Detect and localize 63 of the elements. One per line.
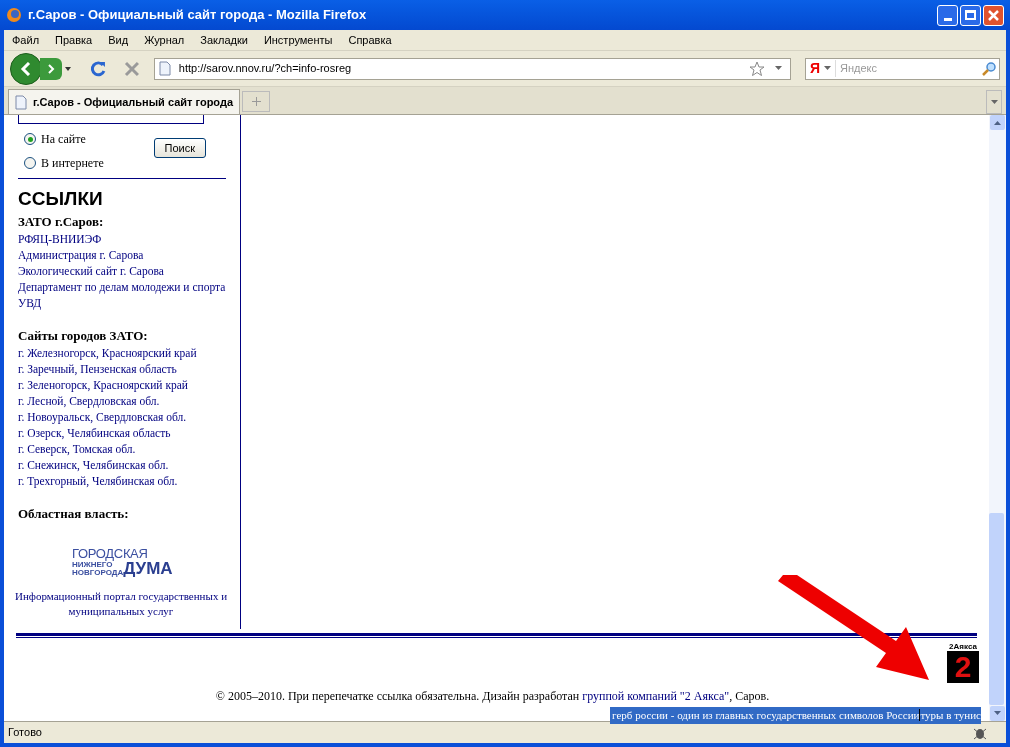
sidebar-link[interactable]: РФЯЦ-ВНИИЭФ: [18, 231, 238, 247]
group-heading: ЗАТО г.Саров:: [18, 213, 105, 231]
close-icon: [988, 9, 999, 21]
minimize-button[interactable]: [937, 4, 958, 26]
sidebar-link[interactable]: г. Лесной, Свердловская обл.: [18, 393, 238, 409]
status-text: Готово: [8, 725, 43, 741]
scroll-up-icon[interactable]: [994, 120, 1001, 125]
menu-item[interactable]: Вид: [108, 31, 129, 49]
sidebar-link[interactable]: г. Трехгорный, Челябинская обл.: [18, 473, 238, 489]
portal-link[interactable]: Информационный портал государственных и муниципальных услуг: [4, 589, 238, 619]
search-field[interactable]: Я Яндекс: [804, 57, 1000, 80]
address-text: http://sarov.nnov.ru/?ch=info-rosreg: [178, 61, 353, 77]
tab-list-button[interactable]: [986, 90, 1002, 114]
sidebar-link[interactable]: г. Заречный, Пензенская область: [18, 361, 238, 377]
menu-item[interactable]: Правка: [55, 31, 93, 49]
maximize-button[interactable]: [960, 4, 981, 26]
menu-item[interactable]: Справка: [348, 31, 392, 49]
radio-button[interactable]: [24, 133, 36, 145]
sidebar-link[interactable]: г. Новоуральск, Свердловская обл.: [18, 409, 238, 425]
menu-item[interactable]: Закладки: [200, 31, 248, 49]
page-icon: [158, 61, 171, 76]
sidebar-link[interactable]: Экологический сайт г. Сарова: [18, 263, 238, 279]
sidebar-link[interactable]: г. Зеленогорск, Красноярский край: [18, 377, 238, 393]
close-button[interactable]: [983, 4, 1004, 26]
menu-item[interactable]: Файл: [12, 31, 40, 49]
sidebar-link[interactable]: г. Озерск, Челябинская область: [18, 425, 238, 441]
back-forward-icon[interactable]: [10, 52, 72, 85]
radio-label[interactable]: В интернете: [41, 154, 104, 172]
designer-link[interactable]: группой компаний "2 Аякса": [582, 689, 730, 703]
search-placeholder: Яндекс: [834, 60, 981, 77]
selected-link[interactable]: герб россии - один из главных государственных символов России: [612, 707, 920, 724]
sidebar-link[interactable]: г. Железногорск, Красноярский край: [18, 345, 238, 361]
search-engine-logo: Я: [808, 59, 821, 78]
page-icon: [15, 94, 27, 110]
star-icon[interactable]: [748, 60, 765, 77]
sidebar-link[interactable]: Департамент по делам молодежи и спорта: [18, 279, 238, 295]
group-heading: Сайты городов ЗАТО:: [18, 327, 149, 345]
address-field[interactable]: http://sarov.nnov.ru/?ch=info-rosreg: [153, 57, 791, 80]
group-heading: Областная власть:: [18, 505, 130, 523]
sidebar-link[interactable]: г. Снежинск, Челябинская обл.: [18, 457, 238, 473]
dropdown-icon[interactable]: [774, 66, 782, 71]
browser-logo-icon: [6, 7, 22, 23]
sidebar-link[interactable]: г. Северск, Томская обл.: [18, 441, 238, 457]
sidebar-link[interactable]: Администрация г. Сарова: [18, 247, 238, 263]
scrollbar[interactable]: [989, 115, 1006, 721]
menu-item[interactable]: Инструменты: [263, 31, 333, 49]
search-icon[interactable]: [981, 60, 997, 77]
radio-label[interactable]: На сайте: [41, 130, 86, 148]
radio-button[interactable]: [24, 157, 36, 169]
browser-tab[interactable]: г.Саров - Официальный сайт города: [8, 89, 241, 114]
plus-icon: [251, 97, 261, 106]
search-button[interactable]: Поиск: [153, 138, 206, 158]
section-heading: ССЫЛКИ: [18, 187, 104, 211]
reload-icon[interactable]: [88, 58, 108, 79]
menu-item[interactable]: Журнал: [144, 31, 185, 49]
dropdown-icon[interactable]: [823, 66, 831, 71]
scroll-down-icon[interactable]: [994, 711, 1001, 716]
copyright-text: © 2005–2010. При перепечатке ссылка обязательна. Дизайн разработан группой компаний "2 Аякса", Саров.: [214, 688, 771, 705]
window-title: г.Саров - Официальный сайт города - Mozilla Firefox: [28, 6, 368, 25]
search-input-field[interactable]: [18, 115, 204, 124]
caret-icon: [990, 99, 998, 105]
selected-link[interactable]: туры в тунис: [920, 707, 981, 724]
sidebar-link[interactable]: УВД: [18, 295, 238, 311]
